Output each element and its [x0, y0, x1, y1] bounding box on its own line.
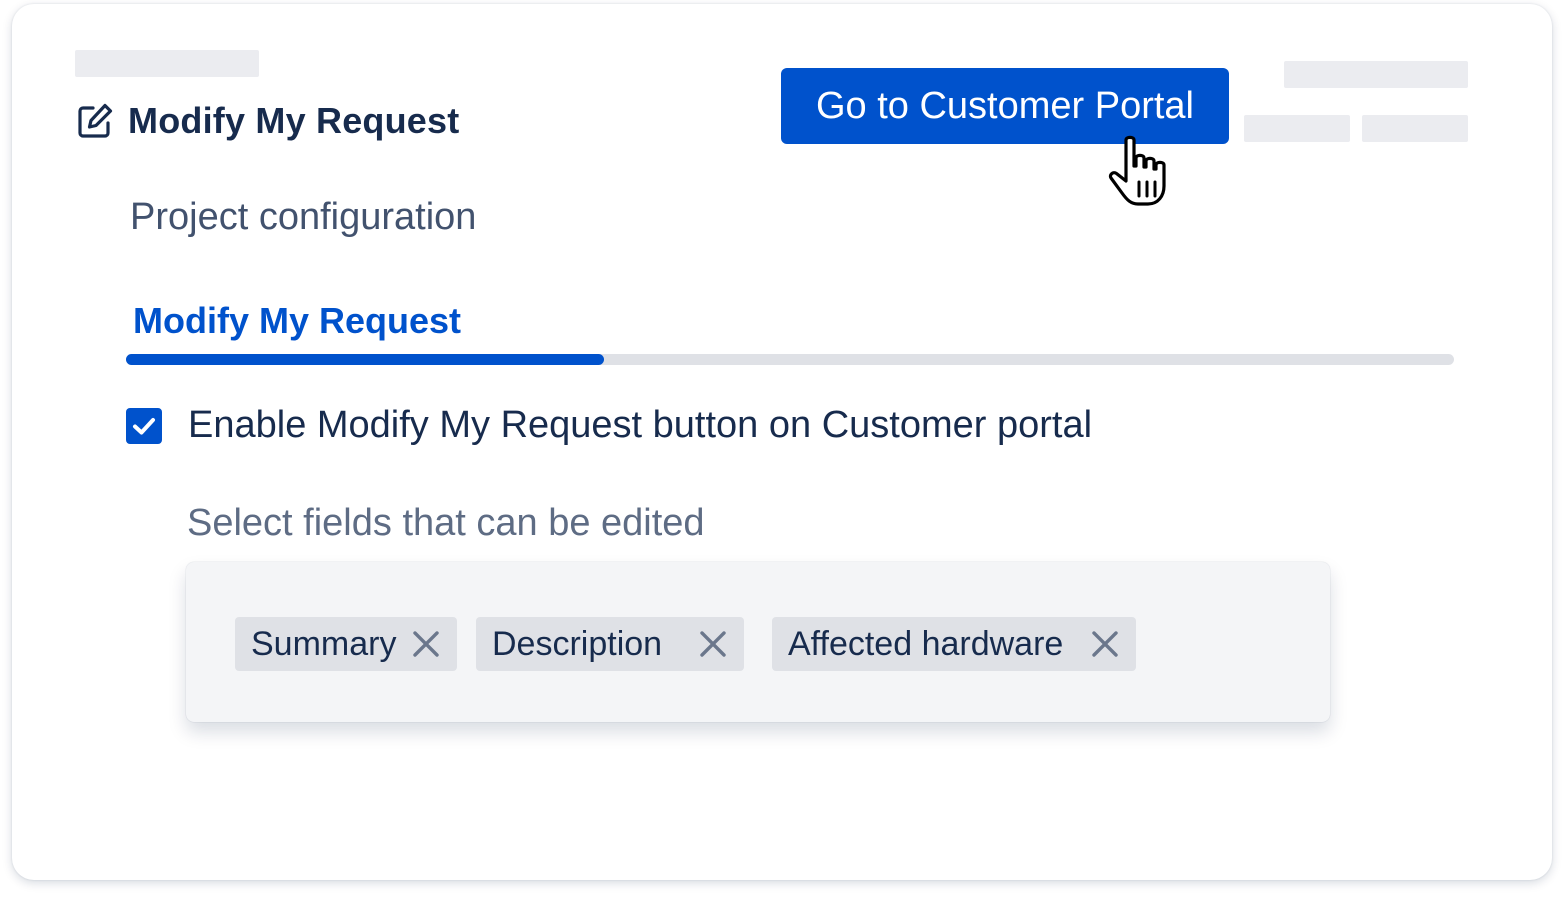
hand-pointer-icon — [1106, 134, 1178, 210]
skeleton-placeholder — [75, 50, 259, 77]
close-icon[interactable] — [1088, 627, 1122, 661]
enable-checkbox-label: Enable Modify My Request button on Custo… — [188, 404, 1093, 446]
tab-modify-my-request[interactable]: Modify My Request — [133, 300, 461, 342]
field-tag-affected-hardware: Affected hardware — [772, 617, 1136, 671]
check-icon — [133, 417, 155, 434]
tag-label: Affected hardware — [788, 624, 1064, 663]
field-tag-summary: Summary — [235, 617, 457, 671]
close-icon[interactable] — [696, 627, 730, 661]
fields-select-label: Select fields that can be edited — [187, 502, 705, 544]
enable-checkbox[interactable] — [126, 407, 162, 444]
tag-label: Description — [492, 624, 663, 663]
page-header: Modify My Request — [76, 100, 459, 142]
tab-active-indicator — [126, 354, 604, 365]
skeleton-placeholder — [1284, 61, 1468, 88]
page-title: Modify My Request — [128, 100, 460, 141]
field-tag-description: Description — [476, 617, 744, 671]
close-icon[interactable] — [409, 627, 443, 661]
skeleton-placeholder — [1362, 115, 1468, 142]
tag-label: Summary — [251, 624, 397, 663]
skeleton-placeholder — [1244, 115, 1350, 142]
go-to-customer-portal-button[interactable]: Go to Customer Portal — [781, 68, 1229, 144]
enable-checkbox-row[interactable]: Enable Modify My Request button on Custo… — [126, 404, 1092, 447]
edit-icon — [76, 102, 114, 140]
section-title: Project configuration — [130, 196, 477, 238]
